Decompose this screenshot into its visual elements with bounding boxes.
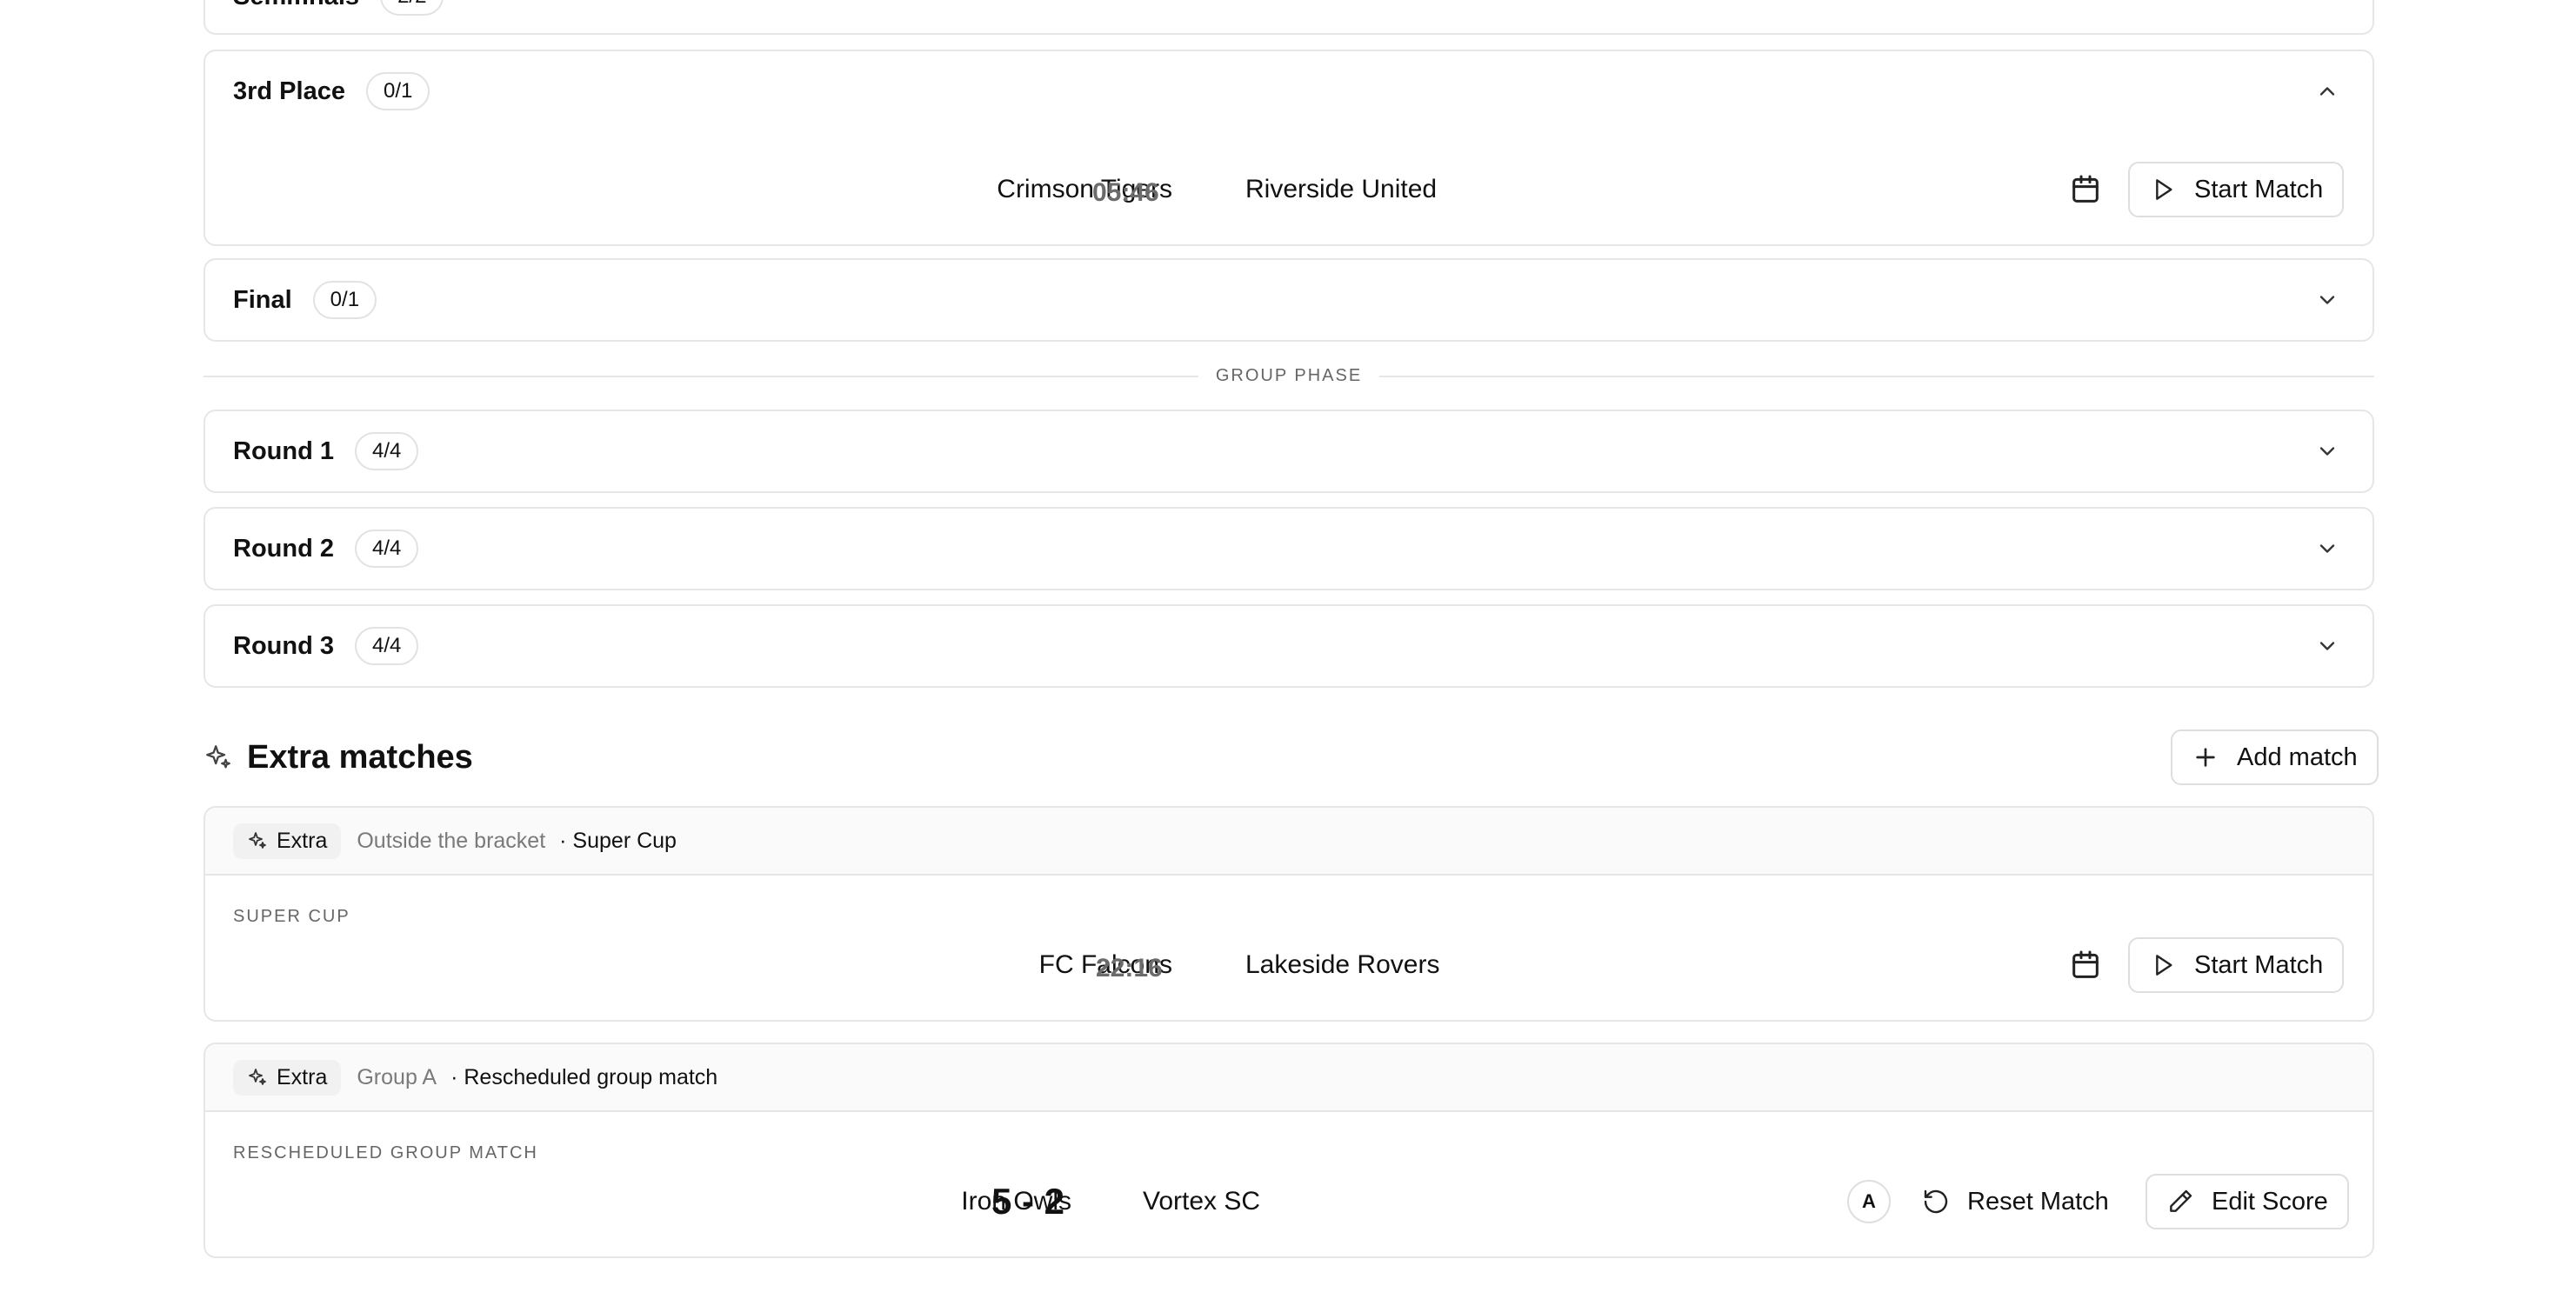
reset-match-label: Reset Match [1967, 1187, 2109, 1216]
match-sublabel: RESCHEDULED GROUP MATCH [233, 1143, 538, 1162]
extra-matches-title: Extra matches [247, 738, 473, 776]
extra-tag: Extra [233, 823, 342, 859]
stage-round-1[interactable]: Round 1 4/4 [204, 410, 2374, 493]
start-match-label: Start Match [2194, 175, 2324, 203]
start-match-button[interactable]: Start Match [2128, 162, 2345, 217]
add-match-button[interactable]: Add match [2171, 729, 2379, 785]
stage-title: Round 3 [233, 631, 334, 660]
group-phase-divider: GROUP PHASE [204, 366, 2374, 385]
add-match-label: Add match [2237, 743, 2358, 771]
extra-match-card: Extra Group A · Rescheduled group match … [204, 1043, 2374, 1258]
edit-score-button[interactable]: Edit Score [2146, 1174, 2349, 1229]
stage-header[interactable]: Round 1 4/4 [205, 411, 2372, 491]
chevron-down-icon[interactable] [2315, 536, 2339, 561]
match-name: · Super Cup [559, 828, 677, 853]
stage-count-badge: 4/4 [355, 432, 419, 470]
away-team: Vortex SC [1143, 1187, 1261, 1216]
stage-count-badge: 4/4 [355, 627, 419, 665]
extra-tag-label: Extra [277, 1064, 328, 1089]
edit-score-label: Edit Score [2212, 1187, 2328, 1216]
stage-semifinals[interactable]: Semifinals 2/2 [204, 0, 2374, 35]
extra-match-header: Extra Outside the bracket · Super Cup [205, 808, 2372, 876]
group-badge: A [1847, 1180, 1891, 1223]
chevron-up-icon[interactable] [2315, 79, 2339, 103]
sparkles-icon [206, 745, 230, 769]
match-context: Outside the bracket [357, 828, 546, 853]
away-team: Lakeside Rovers [1245, 950, 1440, 979]
plus-icon [2196, 748, 2215, 767]
extra-tag: Extra [233, 1059, 342, 1096]
chevron-down-icon[interactable] [2315, 634, 2339, 658]
match-time: 22:16 [1096, 954, 1163, 983]
match-row: Iron Owls 5 - 2 Vortex SC A Reset Match … [205, 1171, 2372, 1232]
match-row: FC Falcons 22:16 Lakeside Rovers Start M… [205, 935, 2372, 996]
match-sublabel: SUPER CUP [233, 907, 350, 926]
match-context: Group A [357, 1064, 437, 1089]
sparkles-icon [249, 832, 266, 849]
play-icon [2156, 179, 2172, 200]
stage-title: Final [233, 285, 292, 314]
match-row: Crimson Tigers 05:46 Riverside United St… [205, 159, 2372, 220]
stage-header[interactable]: Round 3 4/4 [205, 606, 2372, 686]
calendar-icon[interactable] [2068, 172, 2103, 207]
stage-round-2[interactable]: Round 2 4/4 [204, 507, 2374, 590]
match-score: 5 - 2 [991, 1181, 1065, 1222]
sparkles-icon [249, 1069, 266, 1085]
reset-match-button[interactable]: Reset Match [1922, 1184, 2109, 1219]
extra-matches-heading: Extra matches [204, 736, 473, 779]
chevron-down-icon[interactable] [2315, 288, 2339, 312]
stage-header[interactable]: 3rd Place 0/1 [205, 51, 2372, 131]
extra-match-card: Extra Outside the bracket · Super Cup SU… [204, 806, 2374, 1022]
stage-count-badge: 0/1 [312, 281, 377, 319]
stage-header[interactable]: Semifinals 2/2 [205, 0, 2372, 37]
stage-title: Semifinals [233, 0, 359, 11]
play-icon [2156, 955, 2172, 976]
stage-count-badge: 0/1 [365, 72, 430, 110]
away-team: Riverside United [1245, 175, 1438, 203]
calendar-icon[interactable] [2068, 948, 2103, 983]
group-phase-label: GROUP PHASE [1215, 366, 1363, 385]
stage-round-3[interactable]: Round 3 4/4 [204, 604, 2374, 688]
rotate-ccw-icon [1924, 1189, 1948, 1214]
extra-tag-label: Extra [277, 828, 328, 853]
stage-final[interactable]: Final 0/1 [204, 258, 2374, 342]
chevron-down-icon[interactable] [2315, 439, 2339, 463]
stage-header[interactable]: Final 0/1 [205, 260, 2372, 340]
stage-header[interactable]: Round 2 4/4 [205, 509, 2372, 589]
start-match-label: Start Match [2194, 950, 2324, 979]
stage-title: Round 2 [233, 534, 334, 563]
stage-title: Round 1 [233, 436, 334, 465]
extra-match-header: Extra Group A · Rescheduled group match [205, 1044, 2372, 1112]
match-name: · Rescheduled group match [450, 1064, 718, 1089]
stage-third-place: 3rd Place 0/1 Crimson Tigers 05:46 River… [204, 50, 2374, 246]
stage-title: 3rd Place [233, 77, 345, 105]
stage-count-badge: 2/2 [380, 0, 444, 16]
start-match-button[interactable]: Start Match [2128, 937, 2345, 993]
stage-count-badge: 4/4 [355, 530, 419, 568]
pencil-icon [2170, 1189, 2192, 1212]
match-time: 05:46 [1092, 178, 1159, 208]
